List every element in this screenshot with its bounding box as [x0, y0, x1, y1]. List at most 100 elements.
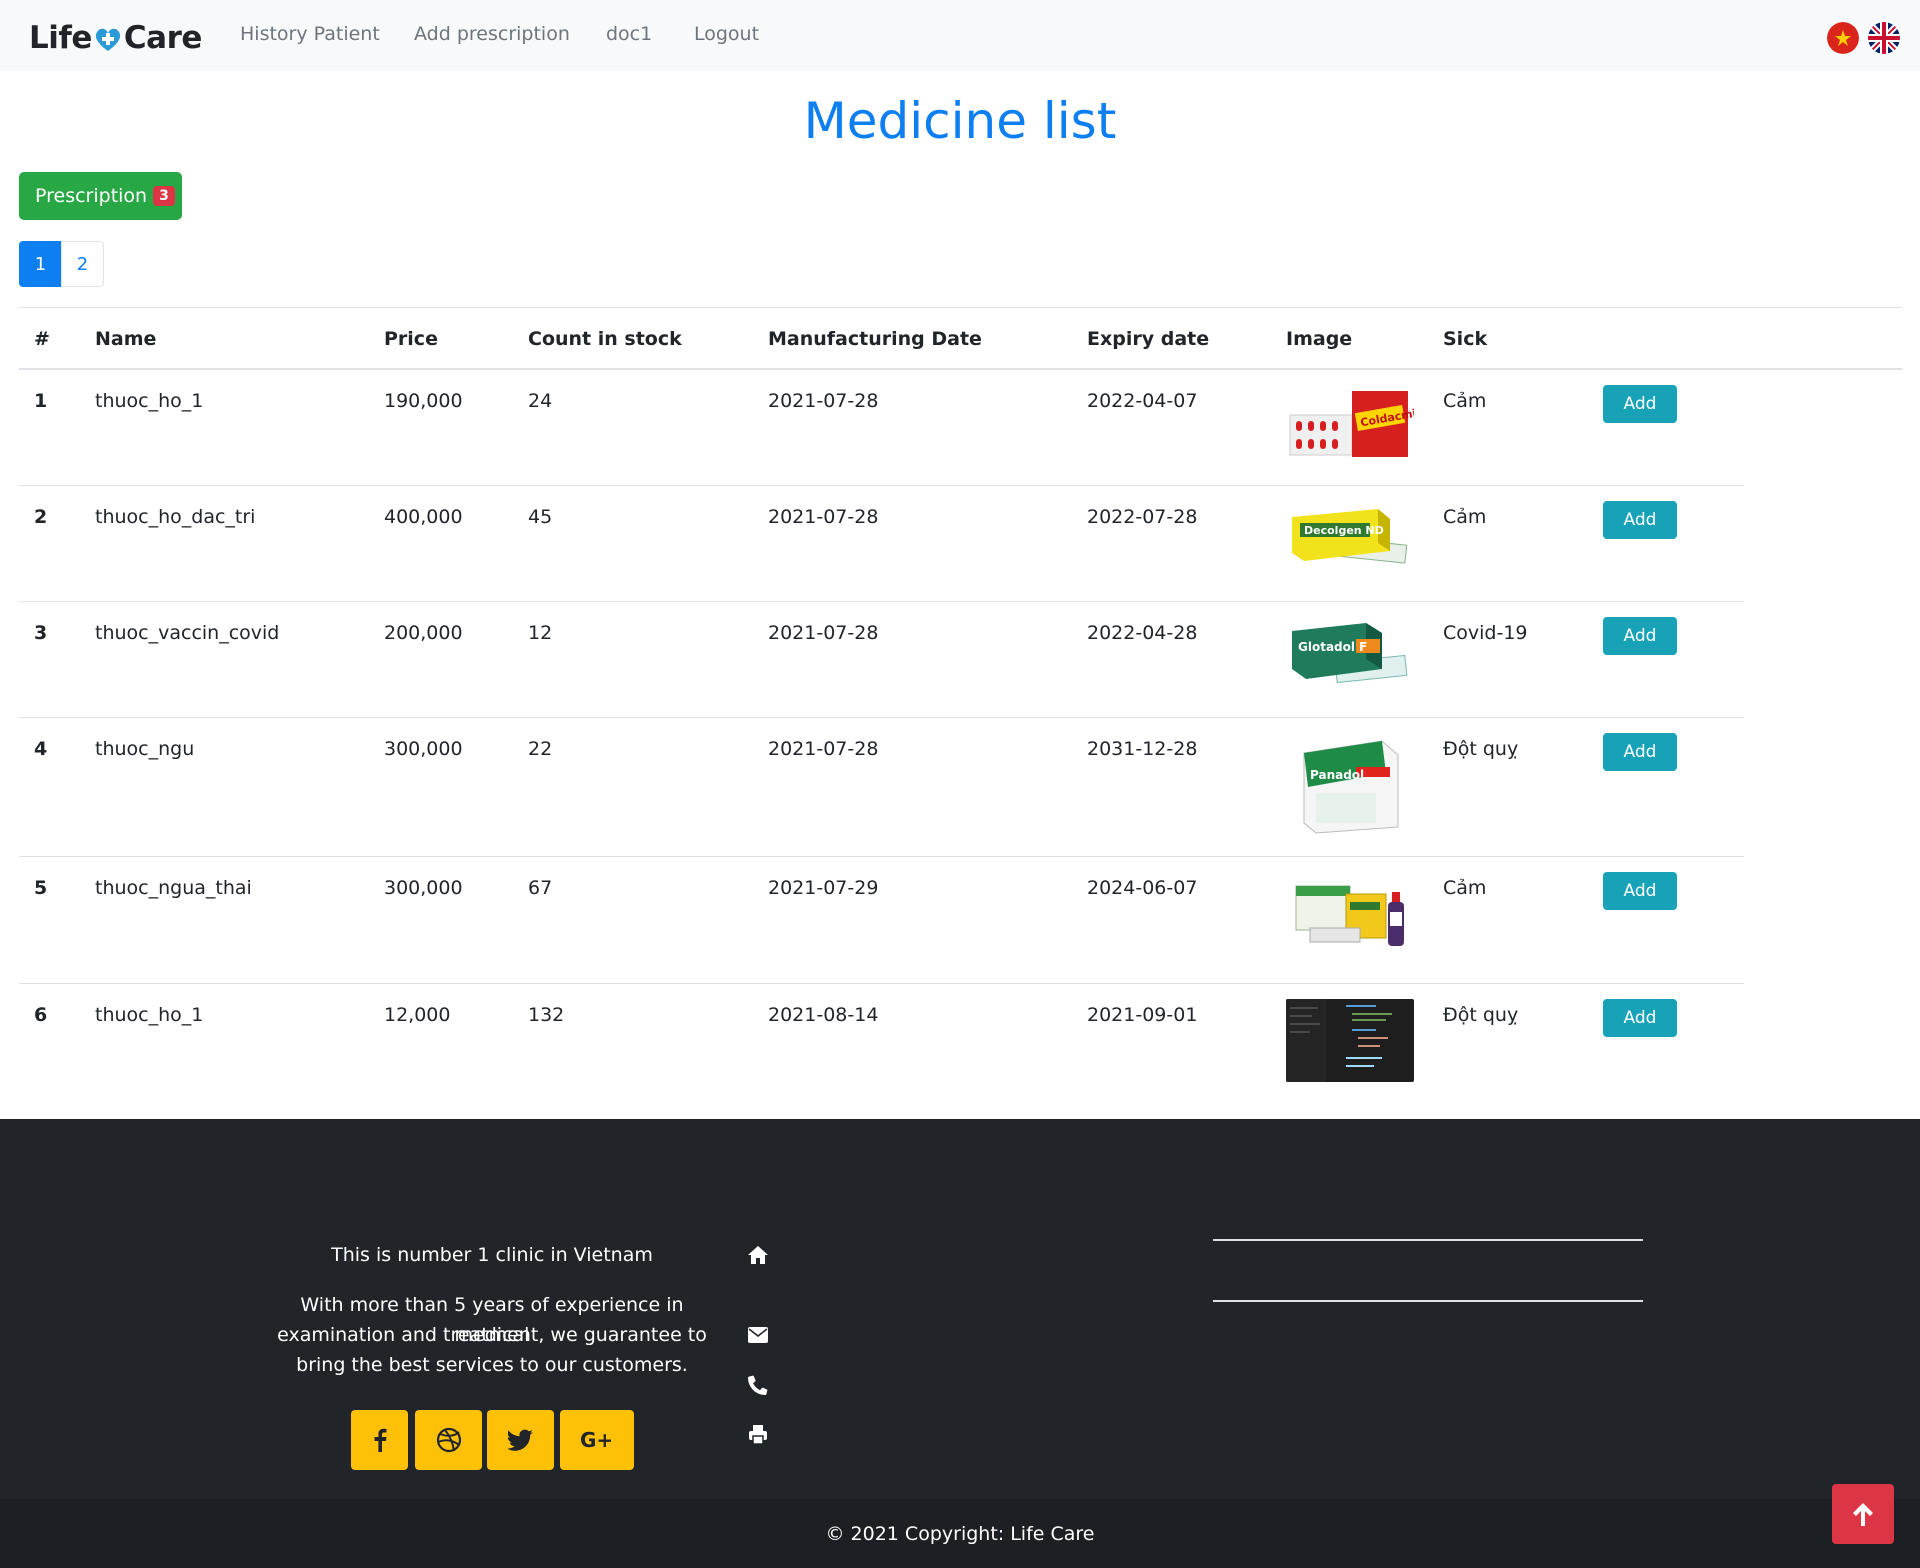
weekday-hours: 9 A.M - 9 P.M	[1484, 1262, 1607, 1284]
google-plus-icon[interactable]: G+	[560, 1410, 634, 1470]
printer-icon	[746, 1423, 770, 1447]
col-header-index: #	[34, 328, 50, 350]
copyright-bar: © 2021 Copyright: Life Care	[0, 1499, 1920, 1568]
sick-type: Covid-19	[1443, 622, 1528, 644]
table-header: # Name Price Count in stock Manufacturin…	[19, 307, 1902, 370]
manufacturing-date: 2021-07-28	[768, 506, 879, 528]
manufacturing-date: 2021-07-29	[768, 877, 879, 899]
medicine-name: thuoc_ngua_thai	[95, 877, 252, 899]
medicine-name: thuoc_ho_1	[95, 1004, 204, 1026]
col-header-image: Image	[1286, 328, 1353, 350]
prescription-label: Prescription	[35, 185, 148, 207]
medicine-stock: 67	[528, 877, 553, 899]
row-index: 3	[34, 622, 48, 644]
open-hours-title: OPEN HOURS	[1338, 1180, 1518, 1208]
medicine-price: 12,000	[384, 1004, 451, 1026]
top-navbar: Life Care History Patient Add prescripti…	[0, 0, 1920, 71]
sick-type: Đột quỵ	[1443, 1004, 1519, 1026]
dribbble-icon[interactable]	[415, 1410, 482, 1470]
col-header-name: Name	[95, 328, 157, 350]
add-medicine-button[interactable]: Add	[1603, 872, 1677, 910]
medicine-image-coldacmin: Coldacmin	[1286, 385, 1414, 459]
expiry-date: 2021-09-01	[1087, 1004, 1198, 1026]
add-medicine-button[interactable]: Add	[1603, 385, 1677, 423]
add-medicine-button[interactable]: Add	[1603, 501, 1677, 539]
uk-flag-icon[interactable]	[1868, 22, 1900, 54]
weekend-label: Weekend:	[1283, 1323, 1378, 1345]
medicine-price: 190,000	[384, 390, 463, 412]
facebook-icon[interactable]	[351, 1410, 408, 1470]
pagination: 1 2	[19, 241, 104, 287]
medicine-stock: 45	[528, 506, 553, 528]
page-title: Medicine list	[803, 92, 1117, 150]
about-clinic-line1: This is number 1 clinic in Vietnam	[331, 1244, 653, 1266]
prescription-button[interactable]: Prescription 3	[19, 172, 182, 220]
add-medicine-button[interactable]: Add	[1603, 617, 1677, 655]
sick-type: Cảm	[1443, 877, 1487, 899]
medicine-image-panadol: Panadol	[1286, 733, 1414, 839]
brand-logo[interactable]: Life Care	[29, 18, 202, 58]
phone-icon	[746, 1373, 770, 1397]
contact-fax: 0835511673	[915, 1424, 1037, 1446]
row-index: 1	[34, 390, 48, 412]
table-row: 1 thuoc_ho_1 190,000 24 2021-07-28 2022-…	[19, 370, 1744, 486]
back-to-top-button[interactable]	[1832, 1484, 1894, 1544]
medicine-price: 200,000	[384, 622, 463, 644]
about-clinic-line2c: bring the best services to our customers…	[296, 1354, 688, 1376]
medicine-image-syrup	[1286, 872, 1414, 952]
nav-logout[interactable]: Logout	[694, 23, 759, 45]
nav-user-doc1[interactable]: doc1	[606, 23, 652, 45]
contact-address-title: CONTACT ADDRESS	[829, 1180, 1091, 1208]
row-index: 5	[34, 877, 48, 899]
table-row: 6 thuoc_ho_1 12,000 132 2021-08-14 2021-…	[19, 984, 1744, 1095]
nav-add-prescription[interactable]: Add prescription	[414, 23, 570, 45]
medicine-table: # Name Price Count in stock Manufacturin…	[19, 307, 1902, 1095]
sick-type: Đột quỵ	[1443, 738, 1519, 760]
hours-divider-top	[1213, 1239, 1643, 1241]
manufacturing-date: 2021-08-14	[768, 1004, 879, 1026]
sick-type: Cảm	[1443, 506, 1487, 528]
brand-right: Care	[123, 20, 202, 56]
heart-plus-icon	[95, 28, 121, 51]
medicine-image-decolgen: Decolgen ND	[1286, 501, 1414, 575]
add-medicine-button[interactable]: Add	[1603, 733, 1677, 771]
medicine-image-glotadol: Glotadol F	[1286, 617, 1414, 691]
nav-history-patient[interactable]: History Patient	[240, 23, 380, 45]
medicine-name: thuoc_vaccin_covid	[95, 622, 280, 644]
copyright-text: © 2021 Copyright: Life Care	[825, 1522, 1095, 1545]
medicine-stock: 132	[528, 1004, 565, 1026]
add-medicine-button[interactable]: Add	[1603, 999, 1677, 1037]
brand-left: Life	[29, 20, 92, 56]
about-clinic-title: ABOUT CLINIC	[397, 1180, 587, 1208]
svg-text:Panadol: Panadol	[1310, 768, 1364, 782]
hours-divider-middle	[1213, 1300, 1643, 1302]
medicine-price: 300,000	[384, 738, 463, 760]
contact-email[interactable]: lifecare@gmail.com	[786, 1320, 1166, 1350]
medicine-price: 400,000	[384, 506, 463, 528]
prescription-count-badge: 3	[153, 186, 175, 206]
about-clinic-line2b: examination and treatment, we guarantee …	[277, 1324, 707, 1346]
medicine-stock: 12	[528, 622, 553, 644]
vietnam-flag-icon[interactable]	[1827, 22, 1859, 54]
row-index: 6	[34, 1004, 48, 1026]
arrow-up-icon	[1853, 1503, 1873, 1526]
col-header-sick: Sick	[1443, 328, 1488, 350]
weekend-hours: 9 A.M - 3 P.M	[1484, 1323, 1607, 1345]
twitter-icon[interactable]	[487, 1410, 554, 1470]
home-icon	[746, 1243, 770, 1267]
row-index: 2	[34, 506, 48, 528]
sick-type: Cảm	[1443, 390, 1487, 412]
manufacturing-date: 2021-07-28	[768, 390, 879, 412]
manufacturing-date: 2021-07-28	[768, 622, 879, 644]
medicine-stock: 22	[528, 738, 553, 760]
page-1-button[interactable]: 1	[19, 241, 62, 287]
col-header-price: Price	[384, 328, 438, 350]
expiry-date: 2022-04-07	[1087, 390, 1198, 412]
medicine-name: thuoc_ho_dac_tri	[95, 506, 256, 528]
expiry-date: 2024-06-07	[1087, 877, 1198, 899]
contact-address-line2: Min City	[937, 1274, 1015, 1296]
table-row: 4 thuoc_ngu 300,000 22 2021-07-28 2031-1…	[19, 718, 1744, 857]
page-2-button[interactable]: 2	[61, 241, 104, 287]
manufacturing-date: 2021-07-28	[768, 738, 879, 760]
weekday-label: Monday - Friday:	[1252, 1262, 1409, 1284]
